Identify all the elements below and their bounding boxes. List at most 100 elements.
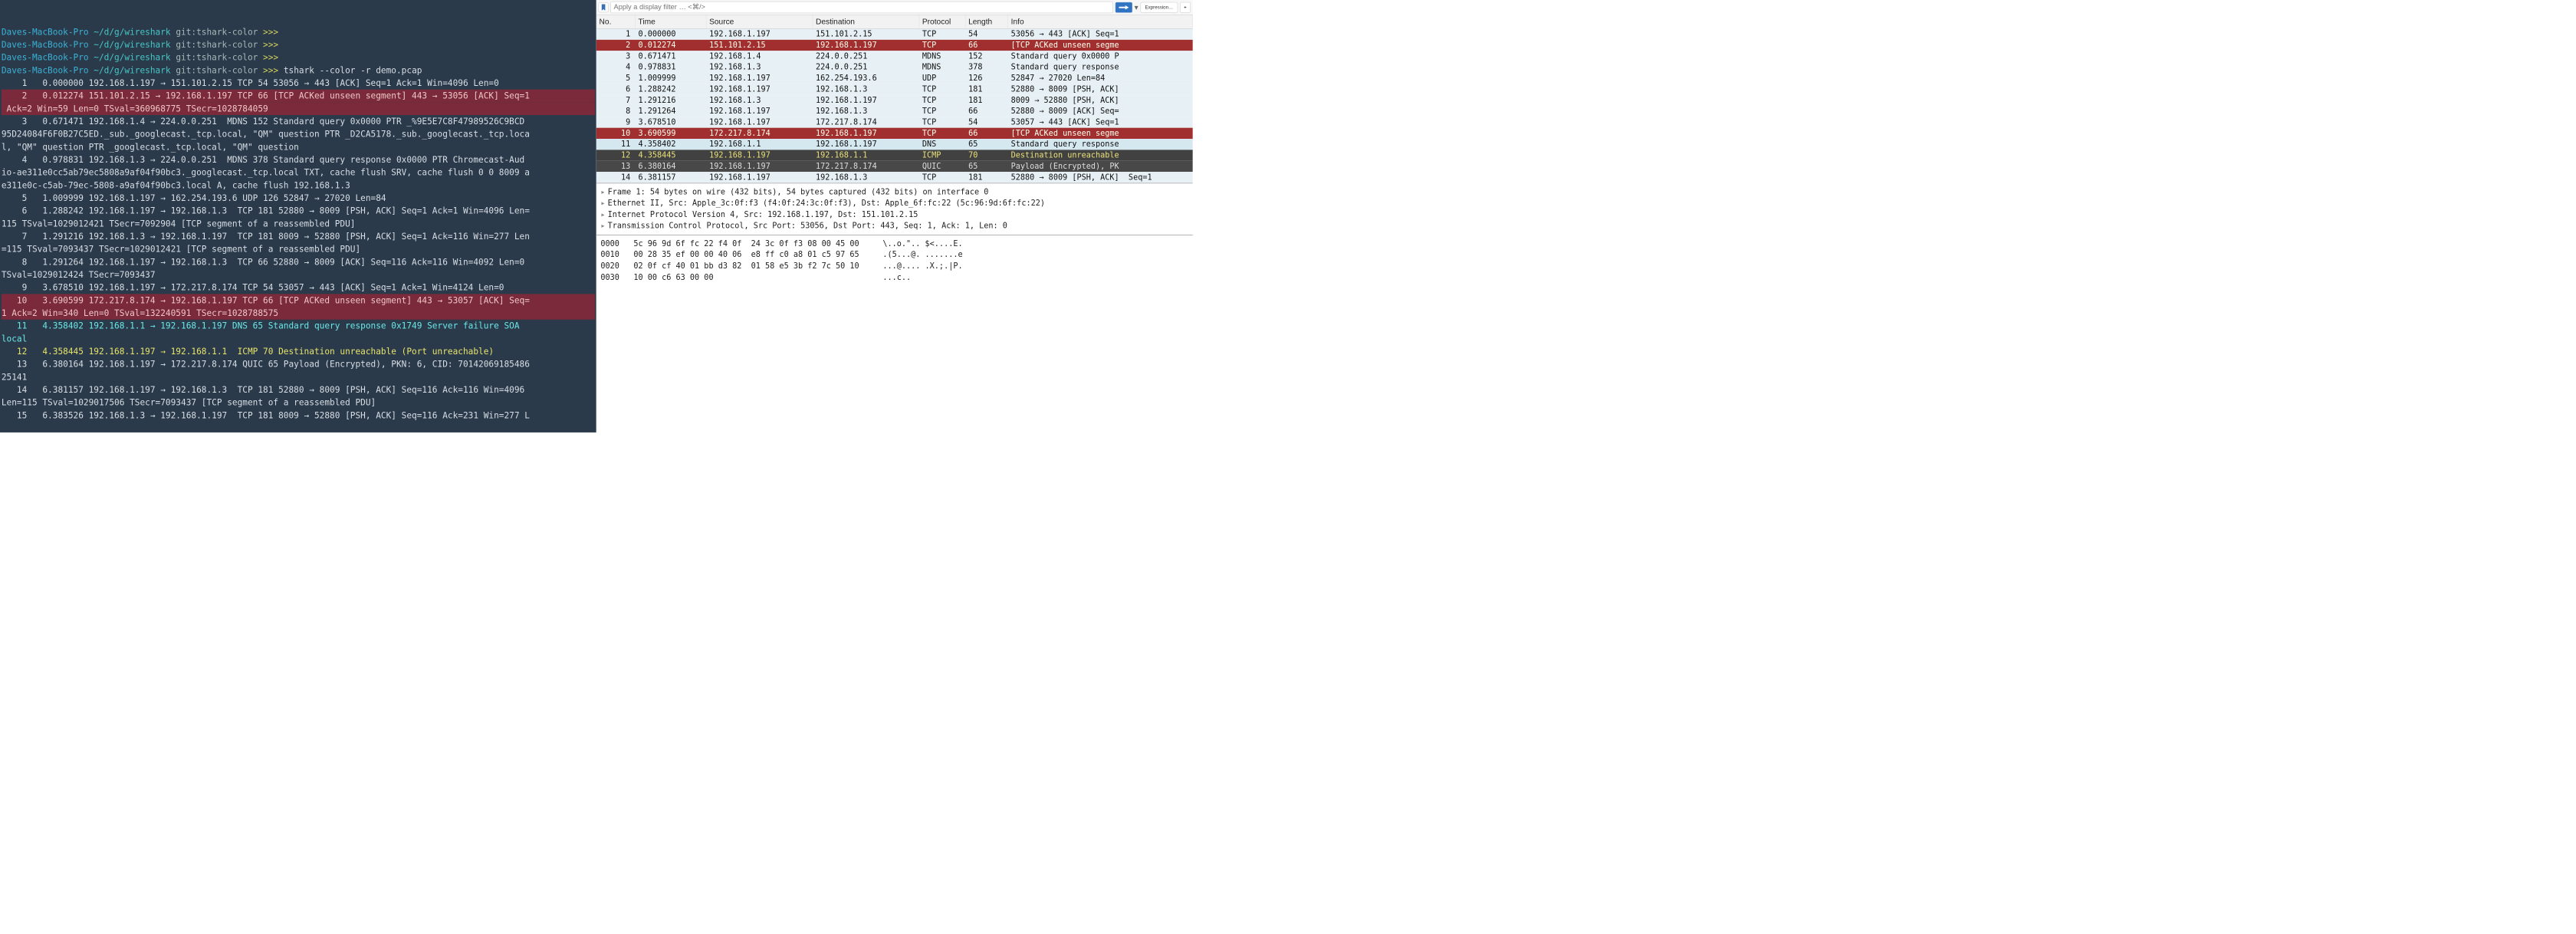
- packet-row[interactable]: 5 1.009999 192.168.1.197 162.254.193.6 U…: [596, 73, 1193, 84]
- cell-proto: MDNS: [919, 62, 965, 73]
- col-time[interactable]: Time: [636, 15, 707, 28]
- cell-info: Standard query response: [1008, 62, 1193, 73]
- cell-len: 65: [965, 139, 1008, 150]
- cell-len: 54: [965, 29, 1008, 40]
- apply-filter-button[interactable]: [1116, 2, 1132, 13]
- cell-info: 52880 → 8009 [ACK] Seq=: [1008, 106, 1193, 117]
- packet-row[interactable]: 12 4.358445 192.168.1.197 192.168.1.1 IC…: [596, 150, 1193, 160]
- cell-no: 1: [596, 29, 636, 40]
- cell-dst: 192.168.1.197: [813, 128, 919, 139]
- bookmark-icon[interactable]: [599, 2, 609, 12]
- cell-no: 6: [596, 84, 636, 94]
- cell-time: 0.012274: [636, 40, 707, 51]
- cell-time: 3.690599: [636, 128, 707, 139]
- cell-len: 66: [965, 40, 1008, 51]
- packet-row[interactable]: 4 0.978831 192.168.1.3 224.0.0.251 MDNS …: [596, 62, 1193, 73]
- display-filter-input[interactable]: [610, 2, 1112, 13]
- cell-proto: TCP: [919, 117, 965, 127]
- packet-row[interactable]: 8 1.291264 192.168.1.197 192.168.1.3 TCP…: [596, 106, 1193, 117]
- hex-dump-pane[interactable]: 0000 5c 96 9d 6f fc 22 f4 0f 24 3c 0f f3…: [596, 235, 1193, 432]
- cell-proto: TCP: [919, 29, 965, 40]
- detail-row[interactable]: ▸Internet Protocol Version 4, Src: 192.1…: [600, 209, 1188, 221]
- cell-proto: QUIC: [919, 161, 965, 172]
- cell-time: 1.288242: [636, 84, 707, 94]
- detail-text: Transmission Control Protocol, Src Port:…: [608, 220, 1007, 232]
- wireshark-pane: ▾ Expression… + No. Time Source Destinat…: [596, 0, 1193, 432]
- cell-src: 192.168.1.197: [706, 84, 813, 94]
- packet-row[interactable]: 7 1.291216 192.168.1.3 192.168.1.197 TCP…: [596, 95, 1193, 106]
- packet-list: No. Time Source Destination Protocol Len…: [596, 15, 1193, 183]
- filter-bar: ▾ Expression… +: [596, 0, 1193, 15]
- cell-dst: 162.254.193.6: [813, 73, 919, 84]
- cell-dst: 151.101.2.15: [813, 29, 919, 40]
- cell-no: 8: [596, 106, 636, 117]
- packet-row[interactable]: 14 6.381157 192.168.1.197 192.168.1.3 TC…: [596, 172, 1193, 183]
- detail-text: Internet Protocol Version 4, Src: 192.16…: [608, 209, 918, 221]
- expand-icon[interactable]: ▸: [600, 209, 605, 221]
- cell-dst: 172.217.8.174: [813, 161, 919, 172]
- cell-no: 12: [596, 150, 636, 160]
- cell-proto: ICMP: [919, 150, 965, 160]
- cell-no: 7: [596, 95, 636, 106]
- packet-row[interactable]: 1 0.000000 192.168.1.197 151.101.2.15 TC…: [596, 29, 1193, 40]
- cell-src: 192.168.1.197: [706, 161, 813, 172]
- col-len[interactable]: Length: [965, 15, 1008, 28]
- cell-time: 4.358445: [636, 150, 707, 160]
- expand-icon[interactable]: ▸: [600, 198, 605, 209]
- cell-time: 6.380164: [636, 161, 707, 172]
- col-no[interactable]: No.: [596, 15, 636, 28]
- terminal-pane: Daves-MacBook-Pro ~/d/g/wireshark git:ts…: [0, 0, 596, 432]
- cell-dst: 172.217.8.174: [813, 117, 919, 127]
- cell-no: 5: [596, 73, 636, 84]
- packet-row[interactable]: 13 6.380164 192.168.1.197 172.217.8.174 …: [596, 161, 1193, 172]
- cell-info: 52880 → 8009 [PSH, ACK] Seq=1: [1008, 172, 1193, 183]
- cell-len: 66: [965, 128, 1008, 139]
- col-proto[interactable]: Protocol: [919, 15, 965, 28]
- cell-no: 3: [596, 51, 636, 61]
- packet-row[interactable]: 9 3.678510 192.168.1.197 172.217.8.174 T…: [596, 117, 1193, 127]
- cell-proto: TCP: [919, 40, 965, 51]
- cell-info: [TCP ACKed unseen segme: [1008, 40, 1193, 51]
- col-dest[interactable]: Destination: [813, 15, 919, 28]
- cell-len: 152: [965, 51, 1008, 61]
- cell-src: 172.217.8.174: [706, 128, 813, 139]
- packet-list-header[interactable]: No. Time Source Destination Protocol Len…: [596, 15, 1193, 28]
- cell-src: 192.168.1.3: [706, 95, 813, 106]
- packet-row[interactable]: 11 4.358402 192.168.1.1 192.168.1.197 DN…: [596, 139, 1193, 150]
- detail-row[interactable]: ▸Frame 1: 54 bytes on wire (432 bits), 5…: [600, 186, 1188, 198]
- expand-icon[interactable]: ▸: [600, 220, 605, 232]
- add-filter-button[interactable]: +: [1180, 2, 1191, 13]
- filter-dropdown-icon[interactable]: ▾: [1135, 2, 1138, 12]
- packet-row[interactable]: 3 0.671471 192.168.1.4 224.0.0.251 MDNS …: [596, 51, 1193, 61]
- col-info[interactable]: Info: [1008, 15, 1193, 28]
- cell-proto: UDP: [919, 73, 965, 84]
- cell-proto: TCP: [919, 84, 965, 94]
- packet-details-pane[interactable]: ▸Frame 1: 54 bytes on wire (432 bits), 5…: [596, 183, 1193, 235]
- detail-row[interactable]: ▸Ethernet II, Src: Apple_3c:0f:f3 (f4:0f…: [600, 198, 1188, 209]
- cell-info: 53056 → 443 [ACK] Seq=1: [1008, 29, 1193, 40]
- expand-icon[interactable]: ▸: [600, 186, 605, 198]
- cell-dst: 224.0.0.251: [813, 51, 919, 61]
- cell-dst: 192.168.1.3: [813, 84, 919, 94]
- cell-src: 192.168.1.197: [706, 150, 813, 160]
- cell-proto: TCP: [919, 106, 965, 117]
- cell-time: 1.291264: [636, 106, 707, 117]
- detail-row[interactable]: ▸Transmission Control Protocol, Src Port…: [600, 220, 1188, 232]
- packet-row[interactable]: 10 3.690599 172.217.8.174 192.168.1.197 …: [596, 128, 1193, 139]
- packet-row[interactable]: 2 0.012274 151.101.2.15 192.168.1.197 TC…: [596, 40, 1193, 51]
- cell-len: 378: [965, 62, 1008, 73]
- cell-info: Destination unreachable: [1008, 150, 1193, 160]
- col-source[interactable]: Source: [706, 15, 813, 28]
- packet-row[interactable]: 6 1.288242 192.168.1.197 192.168.1.3 TCP…: [596, 84, 1193, 94]
- expression-button[interactable]: Expression…: [1140, 2, 1178, 13]
- cell-info: 52847 → 27020 Len=84: [1008, 73, 1193, 84]
- cell-info: Standard query 0x0000 P: [1008, 51, 1193, 61]
- cell-dst: 192.168.1.197: [813, 95, 919, 106]
- cell-len: 70: [965, 150, 1008, 160]
- cell-dst: 192.168.1.1: [813, 150, 919, 160]
- cell-info: 52880 → 8009 [PSH, ACK]: [1008, 84, 1193, 94]
- cell-src: 192.168.1.197: [706, 172, 813, 183]
- cell-src: 192.168.1.197: [706, 106, 813, 117]
- cell-src: 192.168.1.197: [706, 29, 813, 40]
- cell-time: 1.009999: [636, 73, 707, 84]
